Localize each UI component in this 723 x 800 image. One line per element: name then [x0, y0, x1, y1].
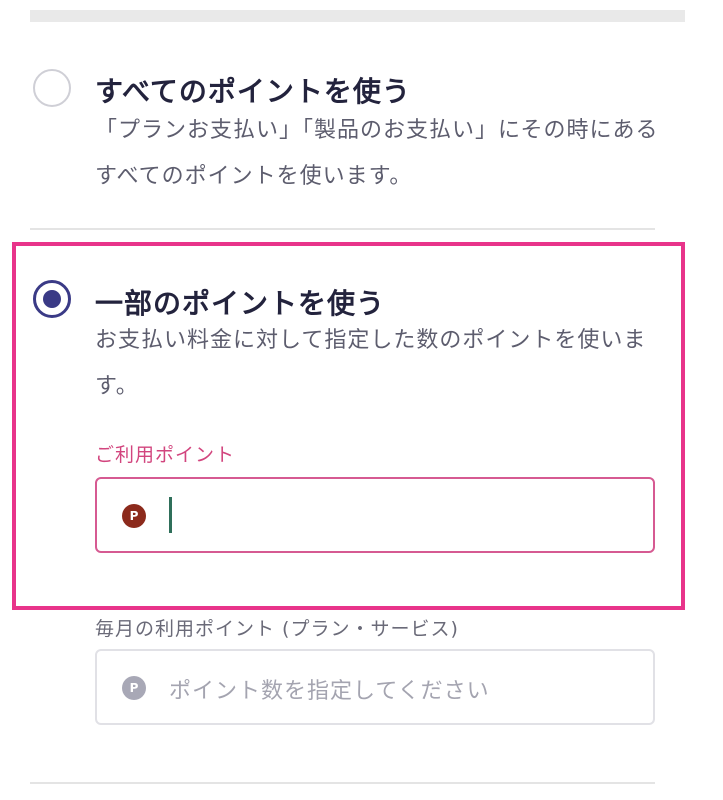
monthly-points-label: 毎月の利用ポイント (プラン・サービス)	[95, 618, 459, 640]
point-badge-icon: P	[122, 676, 146, 700]
text-cursor	[169, 497, 172, 533]
option-title-use-all[interactable]: すべてのポイントを使う	[95, 70, 411, 110]
radio-use-all-points[interactable]	[33, 69, 71, 107]
top-divider-band	[30, 10, 685, 22]
option-desc-use-partial: お支払い料金に対して指定した数のポイントを使います。	[95, 328, 647, 399]
monthly-points-placeholder: ポイント数を指定してください	[169, 679, 490, 704]
radio-use-partial-points[interactable]	[33, 280, 71, 318]
usage-points-label: ご利用ポイント	[95, 444, 236, 466]
monthly-points-input[interactable]: P ポイント数を指定してください	[95, 649, 655, 725]
option-desc-use-all: 「プランお支払い」「製品のお支払い」にその時にあるすべてのポイントを使います。	[95, 118, 659, 189]
option-title-use-partial[interactable]: 一部のポイントを使う	[95, 282, 385, 322]
point-badge-icon: P	[122, 504, 146, 528]
bottom-divider	[30, 782, 655, 784]
usage-points-input[interactable]: P	[95, 477, 655, 553]
divider	[30, 228, 655, 230]
